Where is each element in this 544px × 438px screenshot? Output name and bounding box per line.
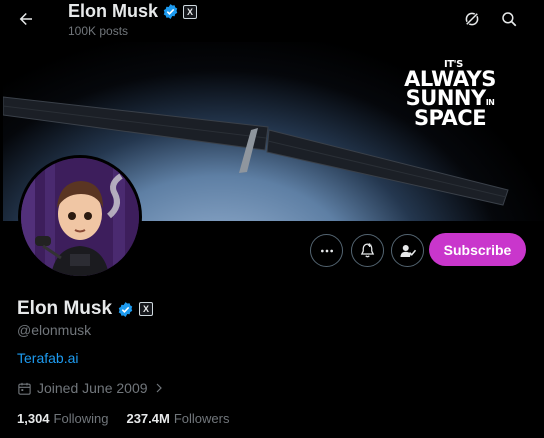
- profile-name: Elon Musk: [17, 298, 113, 319]
- calendar-icon: [18, 382, 31, 395]
- back-button[interactable]: [12, 5, 40, 33]
- followers-label: Followers: [173, 411, 230, 426]
- following-button[interactable]: [391, 234, 424, 267]
- back-arrow-icon: [19, 13, 32, 25]
- more-button[interactable]: [310, 234, 343, 267]
- following-check-icon: [400, 244, 416, 257]
- notification-bell-icon: [360, 243, 375, 258]
- following-stat[interactable]: 1,304 Following: [17, 411, 108, 426]
- followers-stat[interactable]: 237.4M Followers: [126, 411, 229, 426]
- notifications-button[interactable]: [351, 234, 384, 267]
- grok-icon: [464, 11, 480, 27]
- search-icon: [502, 12, 517, 27]
- more-icon: [320, 249, 333, 252]
- follow-stats: 1,304 Following 237.4M Followers: [17, 411, 229, 426]
- avatar[interactable]: [18, 155, 142, 279]
- joined-date: Joined June 2009: [37, 380, 148, 396]
- profile-handle: @elonmusk: [17, 322, 92, 338]
- verified-badge-icon[interactable]: [117, 301, 134, 318]
- profile-website-link[interactable]: Terafab.ai: [17, 350, 78, 366]
- header-title: Elon Musk: [68, 1, 159, 21]
- chevron-right-icon: [156, 383, 162, 393]
- top-bar: Elon Musk X 100K posts: [0, 0, 544, 42]
- search-button[interactable]: [495, 5, 523, 33]
- x-badge-icon[interactable]: X: [139, 302, 154, 316]
- header-title-row: Elon Musk X: [68, 1, 198, 22]
- following-label: Following: [53, 411, 109, 426]
- avatar-image: [21, 158, 139, 276]
- followers-count: 237.4M: [126, 411, 170, 426]
- profile-name-row: Elon Musk X: [17, 298, 154, 320]
- x-badge-icon: X: [183, 4, 198, 19]
- following-count: 1,304: [17, 411, 50, 426]
- subscribe-button[interactable]: Subscribe: [429, 233, 526, 266]
- joined-date-row[interactable]: Joined June 2009: [17, 380, 165, 396]
- grok-button[interactable]: [458, 5, 486, 33]
- post-count: 100K posts: [68, 24, 129, 38]
- verified-badge-icon: [163, 4, 178, 19]
- banner-slogan: IT'S ALWAYS SUNNYIN SPACE: [404, 59, 496, 131]
